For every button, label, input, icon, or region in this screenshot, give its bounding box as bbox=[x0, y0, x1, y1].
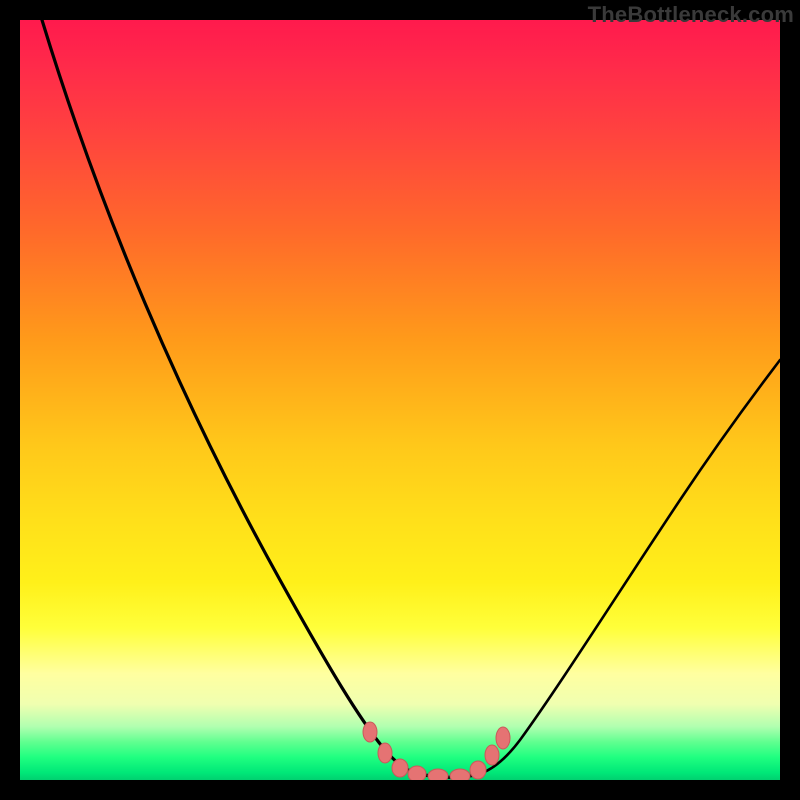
curve-right-branch bbox=[475, 360, 780, 775]
plot-area bbox=[20, 20, 780, 780]
bottleneck-curve bbox=[20, 20, 780, 780]
watermark-text: TheBottleneck.com bbox=[588, 2, 794, 28]
curve-left-branch bbox=[42, 20, 425, 775]
chart-frame: TheBottleneck.com bbox=[0, 0, 800, 800]
